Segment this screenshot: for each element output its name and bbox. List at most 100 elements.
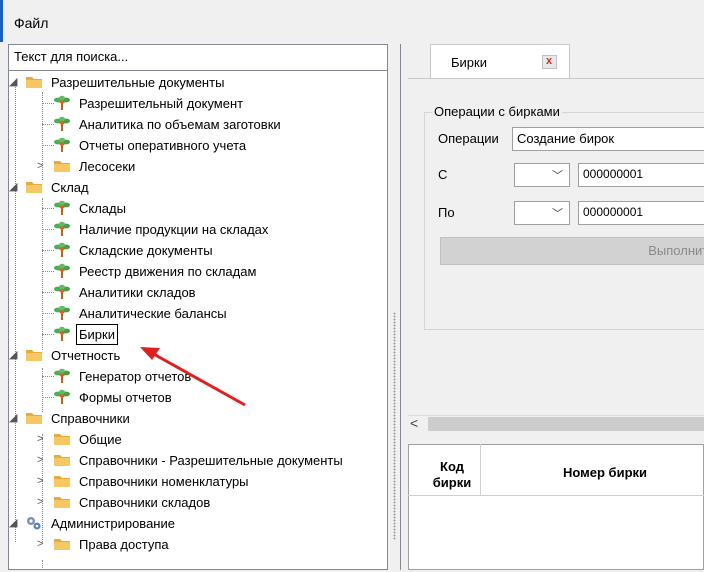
tree-node-harvest-analytics[interactable]: Аналитика по объемам заготовки xyxy=(9,114,283,135)
tree-node-icon xyxy=(53,242,71,258)
close-tab-button[interactable]: x xyxy=(542,55,557,69)
expand-arrow-icon[interactable]: > xyxy=(37,450,43,471)
tree-node-tags[interactable]: Бирки xyxy=(9,324,118,345)
tab-label: Бирки xyxy=(451,55,487,70)
tree-line xyxy=(42,560,43,570)
tree-node-icon xyxy=(53,284,71,300)
tree-node-icon xyxy=(53,116,71,132)
tree-node-icon xyxy=(53,200,71,216)
from-prefix-select[interactable]: ﹀ xyxy=(514,163,570,187)
tree-node-label: Права доступа xyxy=(79,537,169,552)
tab-tags[interactable]: Бирки x xyxy=(430,44,570,78)
tree-node-label: Разрешительный документ xyxy=(79,96,244,111)
tree-node-label: Формы отчетов xyxy=(79,390,172,405)
folder-icon xyxy=(25,410,43,426)
tree-node-label: Склады xyxy=(79,201,126,216)
tree-node-report-forms[interactable]: Формы отчетов xyxy=(9,387,174,408)
tree-node-warehouse-analytics[interactable]: Аналитики складов xyxy=(9,282,198,303)
expand-arrow-icon[interactable]: > xyxy=(37,534,43,555)
window-edge xyxy=(0,0,3,42)
menu-file[interactable]: Файл xyxy=(14,15,48,31)
tree-node-label: Лесосеки xyxy=(79,159,136,174)
collapse-arrow-icon[interactable]: ◢ xyxy=(9,513,17,534)
tree-node-general[interactable]: > Общие xyxy=(9,429,124,450)
chevron-down-icon: ﹀ xyxy=(552,170,563,182)
tree-node-cutting-areas[interactable]: > Лесосеки xyxy=(9,156,137,177)
folder-icon xyxy=(53,452,71,468)
tree-node-permit-docs[interactable]: ◢ Разрешительные документы xyxy=(9,72,226,93)
tree-node-label: Справочники - Разрешительные документы xyxy=(79,453,343,468)
group-title: Операции с бирками xyxy=(432,104,562,119)
tree-node-label: Отчетность xyxy=(51,348,121,363)
tree-node-label: Разрешительные документы xyxy=(51,75,225,90)
to-prefix-select[interactable]: ﹀ xyxy=(514,201,570,225)
tree-node-warehouse-docs[interactable]: Складские документы xyxy=(9,240,215,261)
tree-node-label: Справочники номенклатуры xyxy=(79,474,249,489)
collapse-arrow-icon[interactable]: ◢ xyxy=(9,408,17,429)
expand-arrow-icon[interactable]: > xyxy=(37,471,43,492)
tree-node-label: Аналитики складов xyxy=(79,285,196,300)
collapse-arrow-icon[interactable]: ◢ xyxy=(9,72,17,93)
tree-node-label: Справочники xyxy=(51,411,130,426)
from-number-input[interactable]: 000000001 xyxy=(578,163,704,187)
column-header-number[interactable]: Номер бирки xyxy=(540,465,670,480)
tree-node-warehouse[interactable]: ◢ Склад xyxy=(9,177,91,198)
tree-node-directories[interactable]: ◢ Справочники xyxy=(9,408,132,429)
column-divider[interactable] xyxy=(480,444,481,496)
folder-icon xyxy=(53,431,71,447)
scroll-left-icon[interactable]: < xyxy=(410,414,424,432)
menu-bar: Файл xyxy=(0,0,704,42)
scrollbar-thumb[interactable] xyxy=(428,417,704,431)
gears-icon xyxy=(25,515,43,531)
tree-node-operational-reports[interactable]: Отчеты оперативного учета xyxy=(9,135,248,156)
tree-node-label: Общие xyxy=(79,432,122,447)
run-button[interactable]: Выполнить xyxy=(440,237,704,265)
operation-select[interactable]: Создание бирок xyxy=(512,127,704,151)
tree-node-icon xyxy=(53,389,71,405)
tree-node-warehouse-directories[interactable]: > Справочники складов xyxy=(9,492,212,513)
tree-node-label: Склад xyxy=(51,180,89,195)
tree-node-icon xyxy=(53,326,71,342)
tree-node-label: Отчеты оперативного учета xyxy=(79,138,247,153)
operation-label: Операции xyxy=(438,131,499,146)
tree-node-permit-doc[interactable]: Разрешительный документ xyxy=(9,93,245,114)
folder-icon xyxy=(25,179,43,195)
expand-arrow-icon[interactable]: > xyxy=(37,492,43,513)
tree-node-report-generator[interactable]: Генератор отчетов xyxy=(9,366,193,387)
to-number-input[interactable]: 000000001 xyxy=(578,201,704,225)
tree-node-icon xyxy=(53,305,71,321)
splitter-grip[interactable] xyxy=(393,312,396,540)
tree-node-icon xyxy=(53,263,71,279)
tree-node-nomenclature[interactable]: > Справочники номенклатуры xyxy=(9,471,251,492)
tree-node-analytic-balances[interactable]: Аналитические балансы xyxy=(9,303,229,324)
navigation-tree: ◢ Разрешительные документы Разрешительны… xyxy=(9,72,387,572)
tree-node-stock[interactable]: Наличие продукции на складах xyxy=(9,219,270,240)
expand-arrow-icon[interactable]: > xyxy=(37,429,43,450)
tree-node-label: Наличие продукции на складах xyxy=(79,222,269,237)
collapse-arrow-icon[interactable]: ◢ xyxy=(9,177,17,198)
to-label: По xyxy=(438,205,455,220)
tree-node-reporting[interactable]: ◢ Отчетность xyxy=(9,345,122,366)
tree-node-icon xyxy=(53,137,71,153)
tree-node-access-rights[interactable]: > Права доступа xyxy=(9,534,171,555)
tree-node-label: Генератор отчетов xyxy=(79,369,192,384)
folder-icon xyxy=(25,347,43,363)
folder-icon xyxy=(53,536,71,552)
chevron-down-icon: ﹀ xyxy=(552,208,563,220)
tree-node-label: Аналитические балансы xyxy=(79,306,227,321)
column-header-code[interactable]: Код бирки xyxy=(430,459,474,491)
collapse-arrow-icon[interactable]: ◢ xyxy=(9,345,17,366)
expand-arrow-icon[interactable]: > xyxy=(37,156,43,177)
folder-icon xyxy=(53,158,71,174)
tree-node-label-selected: Бирки xyxy=(76,324,118,345)
tree-node-label: Складские документы xyxy=(79,243,213,258)
tree-node-icon xyxy=(53,368,71,384)
navigation-panel: Текст для поиска... ◢ Разрешительные док… xyxy=(8,44,388,570)
tree-node-administration[interactable]: ◢ Администрирование xyxy=(9,513,177,534)
tree-node-movement-register[interactable]: Реестр движения по складам xyxy=(9,261,258,282)
tree-node-warehouses[interactable]: Склады xyxy=(9,198,128,219)
tree-node-permit-directories[interactable]: > Справочники - Разрешительные документы xyxy=(9,450,345,471)
search-input[interactable]: Текст для поиска... xyxy=(9,45,387,71)
close-icon: x xyxy=(546,55,553,67)
folder-icon xyxy=(25,74,43,90)
